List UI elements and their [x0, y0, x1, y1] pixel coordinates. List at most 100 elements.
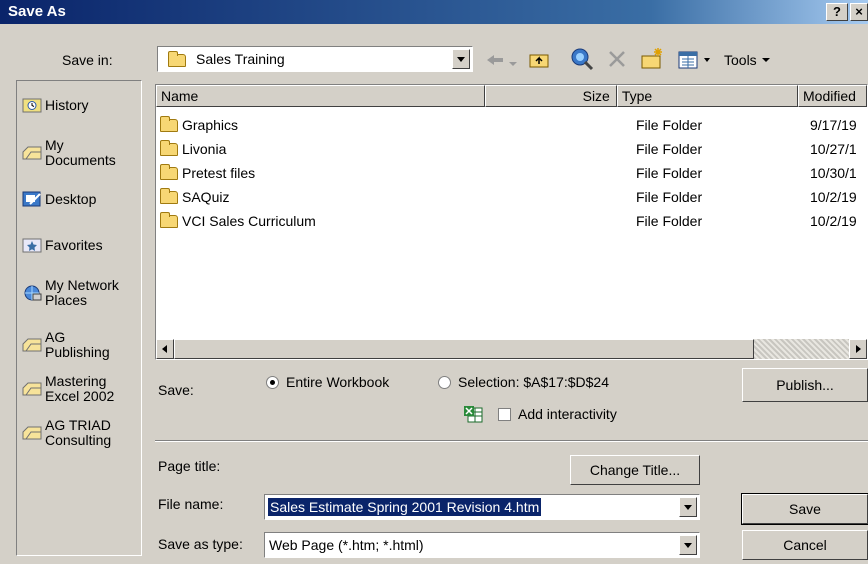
- file-name-label: File name:: [158, 496, 224, 512]
- file-modified: 10/30/1: [810, 165, 857, 181]
- save-in-value: Sales Training: [196, 51, 285, 67]
- new-folder-icon: [641, 48, 662, 69]
- list-item[interactable]: Graphics File Folder 9/17/19: [156, 113, 857, 137]
- save-in-label: Save in:: [62, 52, 113, 68]
- up-folder-icon: [529, 54, 549, 68]
- entire-workbook-radio[interactable]: Entire Workbook: [266, 374, 416, 392]
- file-name: VCI Sales Curriculum: [182, 213, 316, 229]
- file-name-value: Sales Estimate Spring 2001 Revision 4.ht…: [268, 498, 542, 516]
- search-web-button[interactable]: [568, 46, 596, 72]
- column-header-name[interactable]: Name: [156, 85, 485, 107]
- save-options-label: Save:: [158, 382, 194, 398]
- change-title-button[interactable]: Change Title...: [570, 455, 700, 485]
- column-header-type[interactable]: Type: [616, 85, 799, 107]
- places-item-ag-triad[interactable]: AG TRIAD Consulting: [22, 418, 125, 448]
- places-item-mastering-excel[interactable]: Mastering Excel 2002: [22, 374, 125, 404]
- folder-icon: [160, 163, 178, 180]
- file-name: Livonia: [182, 141, 227, 157]
- back-arrow-icon: [487, 55, 503, 65]
- save-as-type-value: Web Page (*.htm; *.html): [269, 537, 424, 553]
- save-in-dropdown-arrow[interactable]: [452, 49, 470, 69]
- save-button[interactable]: Save: [741, 493, 868, 525]
- places-item-favorites[interactable]: Favorites: [22, 236, 103, 254]
- list-item[interactable]: Livonia File Folder 10/27/1: [156, 137, 857, 161]
- radio-unselected[interactable]: [438, 376, 451, 389]
- places-item-history[interactable]: History: [22, 96, 89, 114]
- search-web-icon: [571, 48, 594, 71]
- radio-selected[interactable]: [266, 376, 279, 389]
- window-title: Save As: [8, 3, 66, 20]
- horizontal-scrollbar[interactable]: [156, 339, 867, 359]
- page-title-label: Page title:: [158, 458, 221, 474]
- views-icon: [678, 51, 710, 69]
- save-as-type-dropdown-arrow[interactable]: [679, 535, 697, 555]
- scroll-thumb[interactable]: [174, 339, 754, 359]
- history-icon: [22, 98, 42, 113]
- close-button[interactable]: ×: [850, 3, 868, 21]
- selection-radio[interactable]: Selection: $A$17:$D$24: [438, 374, 648, 392]
- save-in-dropdown[interactable]: Sales Training: [157, 46, 473, 72]
- file-name-dropdown-arrow[interactable]: [679, 497, 697, 517]
- file-modified: 10/2/19: [810, 213, 857, 229]
- folder-icon: [160, 139, 178, 156]
- network-places-icon: [24, 285, 42, 301]
- checkbox[interactable]: [498, 408, 511, 421]
- file-modified: 10/27/1: [810, 141, 857, 157]
- favorites-icon: [22, 238, 42, 253]
- back-button[interactable]: [485, 52, 505, 68]
- delete-button[interactable]: [606, 48, 628, 70]
- column-header-modified[interactable]: Modified: [798, 85, 867, 107]
- views-button[interactable]: [676, 48, 716, 72]
- file-name: SAQuiz: [182, 189, 230, 205]
- places-item-my-documents[interactable]: My Documents: [22, 138, 125, 168]
- list-item[interactable]: VCI Sales Curriculum File Folder 10/2/19: [156, 209, 857, 233]
- file-type: File Folder: [636, 117, 703, 133]
- places-label: Desktop: [45, 190, 97, 207]
- scroll-track[interactable]: [754, 339, 849, 359]
- new-folder-button[interactable]: [638, 46, 666, 72]
- places-label: AG Publishing: [45, 329, 110, 360]
- file-name-input[interactable]: Sales Estimate Spring 2001 Revision 4.ht…: [264, 494, 700, 520]
- file-modified: 9/17/19: [810, 117, 857, 133]
- places-label: AG TRIAD Consulting: [45, 417, 112, 448]
- list-item[interactable]: SAQuiz File Folder 10/2/19: [156, 185, 857, 209]
- title-bar[interactable]: Save As ? ×: [0, 0, 868, 24]
- my-documents-icon: [22, 146, 42, 160]
- folder-shortcut-icon: [22, 338, 42, 352]
- file-type: File Folder: [636, 213, 703, 229]
- places-label: My Documents: [45, 137, 116, 168]
- list-item[interactable]: Pretest files File Folder 10/30/1: [156, 161, 857, 185]
- places-item-network-places[interactable]: My Network Places: [22, 278, 135, 308]
- delete-icon: [609, 51, 625, 67]
- folder-shortcut-icon: [22, 382, 42, 396]
- publish-button[interactable]: Publish...: [742, 368, 868, 402]
- places-item-ag-publishing[interactable]: AG Publishing: [22, 330, 117, 360]
- entire-workbook-label: Entire Workbook: [286, 374, 390, 390]
- file-list[interactable]: Name Size Type Modified Graphics File Fo…: [155, 84, 868, 360]
- scroll-right-button[interactable]: [849, 339, 867, 359]
- folder-icon: [168, 51, 186, 67]
- column-header-size[interactable]: Size: [484, 85, 617, 107]
- file-list-header: Name Size Type Modified: [156, 85, 867, 107]
- arrow-right-icon: [856, 345, 861, 353]
- places-label: History: [45, 96, 89, 113]
- tools-menu[interactable]: Tools: [724, 52, 771, 68]
- selection-label: Selection: $A$17:$D$24: [458, 374, 609, 390]
- places-label: Favorites: [45, 236, 103, 253]
- places-item-desktop[interactable]: Desktop: [22, 190, 96, 208]
- file-type: File Folder: [636, 189, 703, 205]
- add-interactivity-checkbox[interactable]: Add interactivity: [498, 406, 648, 424]
- save-as-type-dropdown[interactable]: Web Page (*.htm; *.html): [264, 532, 700, 558]
- tools-label: Tools: [724, 52, 757, 68]
- places-label: Mastering Excel 2002: [45, 373, 115, 404]
- help-button[interactable]: ?: [826, 3, 848, 21]
- up-one-level-button[interactable]: [526, 48, 552, 72]
- back-dropdown-icon[interactable]: [508, 56, 518, 66]
- cancel-button[interactable]: Cancel: [742, 530, 868, 560]
- excel-interactive-icon: [462, 404, 484, 424]
- chevron-down-icon: [761, 58, 770, 62]
- folder-icon: [160, 211, 178, 228]
- scroll-left-button[interactable]: [156, 339, 174, 359]
- folder-shortcut-icon: [22, 426, 42, 440]
- file-name: Graphics: [182, 117, 239, 133]
